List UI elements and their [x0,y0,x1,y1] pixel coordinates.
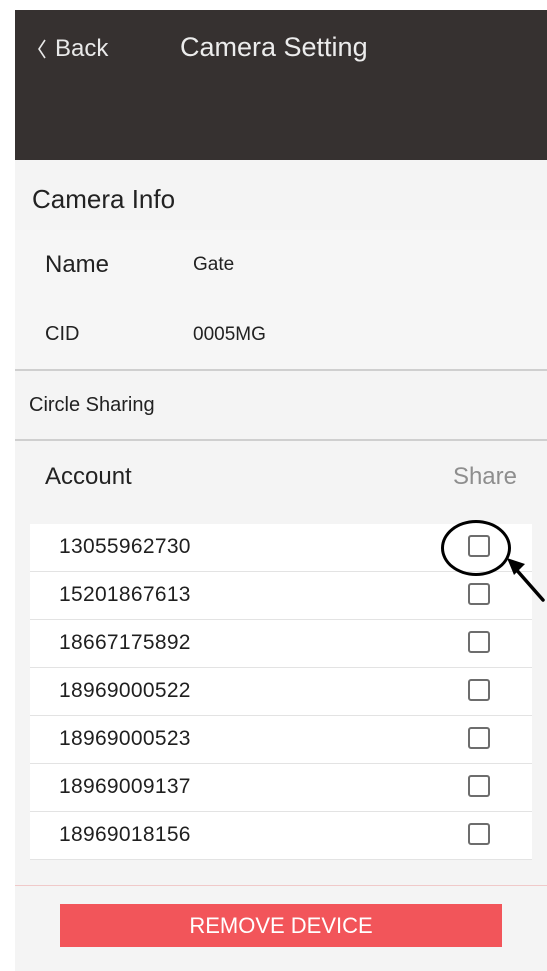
share-checkbox[interactable] [468,775,490,797]
chevron-left-icon [38,39,46,59]
account-row: 15201867613 [30,572,532,620]
share-checkbox[interactable] [468,823,490,845]
account-row: 18667175892 [30,620,532,668]
account-row: 13055962730 [30,524,532,572]
camera-info-heading: Camera Info [15,168,547,230]
account-column-header: Account [45,463,132,490]
camera-setting-screen: Back Camera Setting Camera Info Name Gat… [15,10,547,971]
account-row: 18969000523 [30,716,532,764]
cid-value: 0005MG [193,323,266,345]
circle-sharing-heading: Circle Sharing [15,371,547,441]
camera-cid-row: CID 0005MG [15,300,547,371]
cid-label: CID [45,323,80,345]
account-number: 18969000523 [59,727,191,750]
account-number: 13055962730 [59,535,191,558]
share-column-header: Share [452,463,517,490]
share-checkbox[interactable] [468,631,490,653]
share-checkbox[interactable] [468,679,490,701]
footer-divider [15,885,547,886]
page-title: Camera Setting [180,32,368,62]
account-row: 18969018156 [30,812,532,860]
back-label: Back [55,35,109,62]
share-checkbox[interactable] [468,583,490,605]
account-number: 18667175892 [59,631,191,654]
account-number: 18969009137 [59,775,191,798]
name-label: Name [45,251,110,278]
top-bar: Back Camera Setting [15,10,547,160]
account-number: 18969018156 [59,823,191,846]
camera-name-row[interactable]: Name Gate [15,230,547,301]
share-checkbox[interactable] [468,535,490,557]
account-list: 13055962730 15201867613 18667175892 1896… [30,524,532,860]
account-row: 18969000522 [30,668,532,716]
back-button[interactable]: Back [37,34,108,64]
name-value: Gate [193,254,235,275]
account-number: 18969000522 [59,679,191,702]
screenshot: Back Camera Setting Camera Info Name Gat… [0,0,547,971]
account-row: 18969009137 [30,764,532,812]
account-list-header: Account Share [15,441,547,513]
share-checkbox[interactable] [468,727,490,749]
account-number: 15201867613 [59,583,191,606]
remove-device-button[interactable]: REMOVE DEVICE [60,904,502,947]
